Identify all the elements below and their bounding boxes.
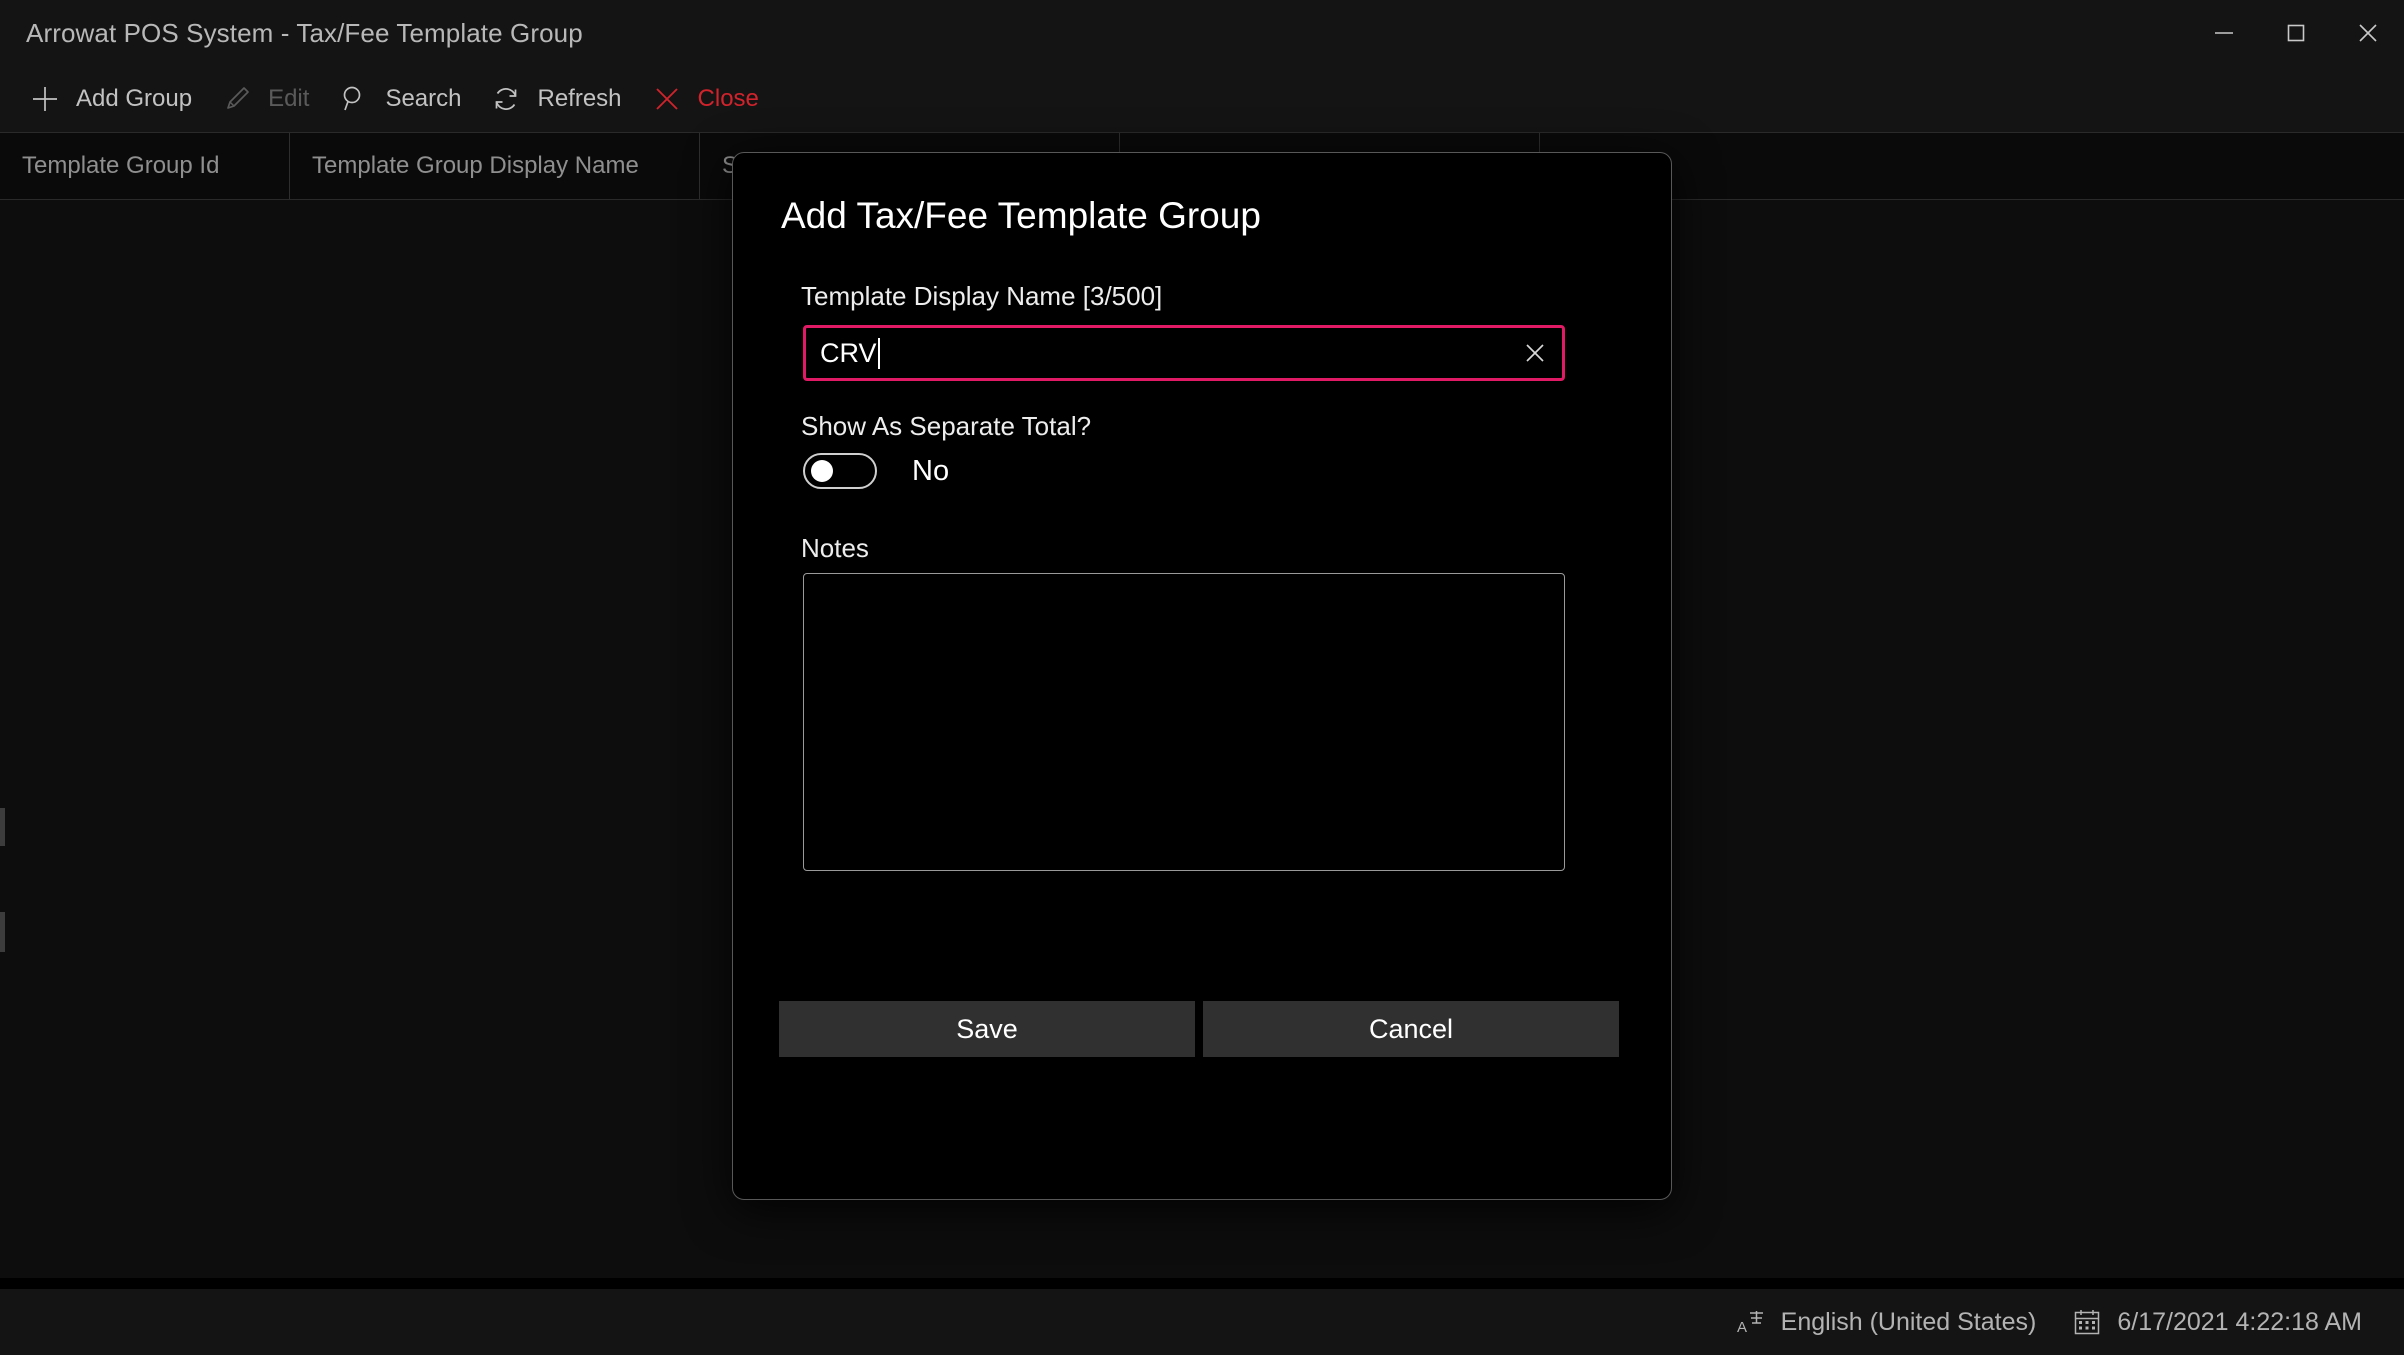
plus-icon (28, 82, 62, 116)
toolbar-item-edit[interactable]: Edit (206, 66, 323, 132)
status-language-label: English (United States) (1780, 1307, 2037, 1336)
status-bar: A English (United States) 6/17/2021 4:22… (0, 1289, 2404, 1355)
status-datetime[interactable]: 6/17/2021 4:22:18 AM (2070, 1305, 2362, 1339)
column-header-template-group-id[interactable]: Template Group Id (0, 133, 290, 199)
toolbar-item-label: Add Group (76, 85, 193, 112)
application-window: Arrowat POS System - Tax/Fee Template Gr… (0, 0, 2404, 1355)
column-header-template-group-display-name[interactable]: Template Group Display Name (290, 133, 700, 199)
save-button[interactable]: Save (779, 1001, 1195, 1057)
toolbar: Add Group Edit Search Refresh Close (0, 66, 2404, 132)
x-icon (650, 82, 684, 116)
toolbar-item-add-group[interactable]: Add Group (14, 66, 206, 132)
toolbar-item-search[interactable]: Search (323, 66, 475, 132)
calendar-icon (2070, 1305, 2104, 1339)
refresh-icon (489, 82, 523, 116)
toolbar-item-label: Close (697, 85, 759, 112)
notes-textarea[interactable] (803, 573, 1565, 871)
window-title: Arrowat POS System - Tax/Fee Template Gr… (26, 17, 583, 48)
svg-text:A: A (1737, 1319, 1747, 1336)
notes-label: Notes (801, 533, 869, 563)
pencil-icon (220, 82, 254, 116)
clear-input-icon[interactable] (1518, 336, 1552, 370)
window-controls (2188, 0, 2404, 66)
toggle-knob (811, 460, 833, 482)
cancel-button[interactable]: Cancel (1203, 1001, 1619, 1057)
title-bar: Arrowat POS System - Tax/Fee Template Gr… (0, 0, 2404, 66)
template-display-name-value: CRV (820, 337, 877, 368)
close-button[interactable] (2332, 0, 2404, 66)
toolbar-item-close[interactable]: Close (636, 66, 773, 132)
dialog-action-buttons: Save Cancel (779, 1001, 1619, 1057)
template-display-name-label: Template Display Name [3/500] (801, 281, 1163, 311)
status-datetime-label: 6/17/2021 4:22:18 AM (2117, 1307, 2362, 1336)
minimize-button[interactable] (2188, 0, 2260, 66)
toolbar-item-refresh[interactable]: Refresh (475, 66, 635, 132)
toolbar-item-label: Search (385, 85, 462, 112)
toolbar-item-label: Refresh (537, 85, 622, 112)
language-icon: A (1734, 1305, 1768, 1339)
scroll-marker (0, 912, 5, 952)
maximize-button[interactable] (2260, 0, 2332, 66)
search-icon (337, 82, 371, 116)
show-as-separate-total-row: No (803, 453, 949, 489)
add-tax-fee-template-group-dialog: Add Tax/Fee Template Group Template Disp… (732, 152, 1672, 1200)
show-as-separate-total-toggle[interactable] (803, 453, 877, 489)
text-caret (877, 337, 880, 369)
scroll-marker (0, 808, 5, 846)
status-language[interactable]: A English (United States) (1734, 1305, 2037, 1339)
toggle-state-label: No (912, 454, 950, 487)
dialog-title: Add Tax/Fee Template Group (781, 195, 1261, 236)
template-display-name-input[interactable]: CRV (803, 325, 1565, 381)
show-as-separate-total-label: Show As Separate Total? (801, 411, 1092, 441)
toolbar-item-label: Edit (268, 85, 310, 112)
